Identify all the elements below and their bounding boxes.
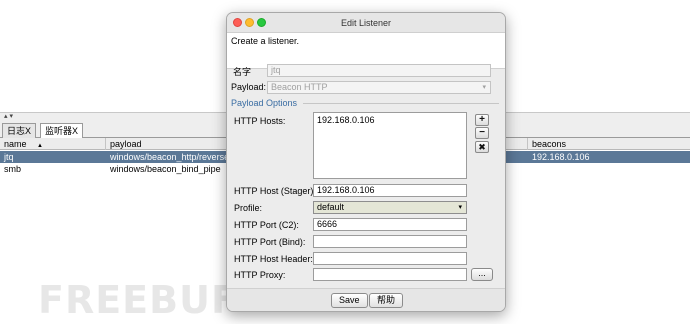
port-bind-label: HTTP Port (Bind):: [234, 237, 306, 247]
payload-options-title: Payload Options: [231, 98, 298, 108]
dialog-footer: Save 帮助: [227, 288, 505, 311]
chevron-down-icon: ▾: [458, 204, 462, 211]
cell-name: smb: [4, 164, 22, 174]
payload-label: Payload:: [231, 82, 267, 92]
column-header-beacons[interactable]: beacons: [528, 138, 690, 150]
tab-listeners[interactable]: 监听器X: [40, 123, 84, 138]
cell-name: jtq: [4, 152, 14, 162]
add-host-button[interactable]: +: [475, 114, 489, 126]
host-header-label: HTTP Host Header:: [234, 254, 313, 264]
stager-label: HTTP Host (Stager):: [234, 186, 316, 196]
payload-select[interactable]: Beacon HTTP ▾: [267, 81, 491, 94]
profile-select-value: default: [317, 202, 345, 212]
proxy-label: HTTP Proxy:: [234, 270, 286, 280]
cell-beacons: 192.168.0.106: [532, 152, 590, 162]
stager-host-field[interactable]: 192.168.0.106: [313, 184, 467, 197]
profile-label: Profile:: [234, 203, 263, 213]
remove-host-button[interactable]: −: [475, 127, 489, 139]
http-hosts-list[interactable]: 192.168.0.106: [313, 112, 467, 179]
port-c2-label: HTTP Port (C2):: [234, 220, 299, 230]
name-field[interactable]: jtq: [267, 64, 491, 77]
help-button[interactable]: 帮助: [369, 293, 404, 308]
sort-ascending-icon: ▲: [37, 143, 43, 149]
column-header-name[interactable]: name ▲: [0, 138, 106, 150]
section-divider: [303, 103, 499, 104]
list-item[interactable]: 192.168.0.106: [317, 115, 463, 125]
dialog-titlebar[interactable]: Edit Listener: [227, 13, 505, 33]
close-icon: ✖: [478, 142, 486, 152]
proxy-field[interactable]: [313, 268, 467, 281]
payload-select-value: Beacon HTTP: [271, 82, 328, 92]
minus-icon: −: [479, 127, 485, 138]
tab-log[interactable]: 日志X: [2, 123, 37, 138]
edit-listener-dialog: Edit Listener Create a listener. 名字 jtq …: [226, 12, 506, 312]
dialog-title: Edit Listener: [340, 18, 392, 28]
chevron-down-icon: ▾: [482, 84, 486, 91]
http-hosts-label: HTTP Hosts:: [234, 116, 286, 126]
port-c2-field[interactable]: 6666: [313, 218, 467, 231]
profile-select[interactable]: default ▾: [313, 201, 467, 214]
clear-hosts-button[interactable]: ✖: [475, 141, 489, 153]
proxy-settings-button[interactable]: ...: [471, 268, 493, 281]
name-label: 名字: [233, 67, 252, 77]
plus-icon: +: [479, 114, 485, 125]
dialog-description: Create a listener.: [231, 36, 300, 46]
port-bind-field[interactable]: [313, 235, 467, 248]
save-button[interactable]: Save: [331, 293, 368, 308]
watermark-logo: FREEBUF: [38, 278, 238, 322]
host-header-field[interactable]: [313, 252, 467, 265]
splitter-arrows-icon[interactable]: ▴ ▾: [4, 113, 13, 120]
cell-beacons: [528, 163, 690, 175]
column-header-label: name: [4, 139, 27, 149]
